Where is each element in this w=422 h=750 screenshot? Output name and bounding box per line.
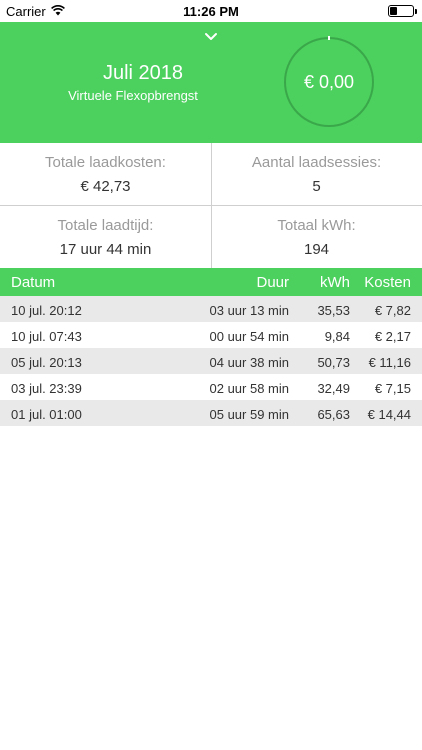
clock: 11:26 PM — [183, 4, 239, 19]
row-date: 03 jul. 23:39 — [11, 381, 82, 396]
status-bar: Carrier 11:26 PM — [0, 0, 422, 22]
stats-grid: Totale laadkosten: € 42,73 Aantal laadse… — [0, 143, 422, 268]
sessions-label: Aantal laadsessies: — [251, 154, 382, 171]
kwh-label: Totaal kWh: — [277, 217, 356, 234]
row-duration: 03 uur 13 min — [209, 303, 290, 318]
table-row[interactable]: 01 jul. 01:00 05 uur 59 min 65,63 € 14,4… — [0, 400, 422, 426]
column-header-date: Datum — [11, 274, 56, 291]
row-date: 01 jul. 01:00 — [11, 407, 82, 422]
row-cost: € 11,16 — [368, 355, 411, 370]
table-row[interactable]: 03 jul. 23:39 02 uur 58 min 32,49 € 7,15 — [0, 374, 422, 400]
period-subtitle: Virtuele Flexopbrengst — [68, 88, 198, 103]
column-header-kwh: kWh — [320, 274, 350, 291]
row-date: 10 jul. 20:12 — [11, 303, 82, 318]
row-kwh: 65,63 — [317, 407, 350, 422]
sessions-value: 5 — [312, 178, 321, 195]
sessions-table: Datum Duur kWh Kosten 10 jul. 20:12 03 u… — [0, 268, 422, 426]
row-cost: € 2,17 — [374, 329, 411, 344]
row-kwh: 9,84 — [324, 329, 350, 344]
sessions-stat: Aantal laadsessies: 5 — [211, 143, 422, 205]
table-row[interactable]: 10 jul. 20:12 03 uur 13 min 35,53 € 7,82 — [0, 296, 422, 322]
kwh-value: 194 — [303, 241, 330, 258]
row-cost: € 7,15 — [374, 381, 411, 396]
summary-header: Juli 2018 Virtuele Flexopbrengst € 0,00 — [0, 22, 422, 143]
chevron-down-icon[interactable] — [204, 32, 218, 42]
stats-divider-vertical — [211, 143, 212, 268]
row-kwh: 32,49 — [317, 381, 350, 396]
row-duration: 00 uur 54 min — [209, 329, 290, 344]
table-header: Datum Duur kWh Kosten — [0, 268, 422, 296]
charge-time-stat: Totale laadtijd: 17 uur 44 min — [0, 206, 211, 268]
row-cost: € 7,82 — [374, 303, 411, 318]
revenue-amount: € 0,00 — [303, 71, 355, 92]
battery-icon — [388, 5, 417, 17]
total-cost-stat: Totale laadkosten: € 42,73 — [0, 143, 211, 205]
row-duration: 05 uur 59 min — [209, 407, 290, 422]
row-duration: 02 uur 58 min — [209, 381, 290, 396]
table-row[interactable]: 05 jul. 20:13 04 uur 38 min 50,73 € 11,1… — [0, 348, 422, 374]
row-date: 10 jul. 07:43 — [11, 329, 82, 344]
row-kwh: 35,53 — [317, 303, 350, 318]
kwh-stat: Totaal kWh: 194 — [211, 206, 422, 268]
charge-time-value: 17 uur 44 min — [59, 241, 152, 258]
row-kwh: 50,73 — [317, 355, 350, 370]
row-cost: € 14,44 — [367, 407, 411, 422]
period-title[interactable]: Juli 2018 — [50, 62, 236, 85]
table-row[interactable]: 10 jul. 07:43 00 uur 54 min 9,84 € 2,17 — [0, 322, 422, 348]
column-header-cost: Kosten — [364, 274, 411, 291]
charge-time-label: Totale laadtijd: — [57, 217, 154, 234]
total-cost-value: € 42,73 — [80, 178, 131, 195]
row-duration: 04 uur 38 min — [209, 355, 290, 370]
column-header-duration: Duur — [256, 274, 289, 291]
total-cost-label: Totale laadkosten: — [45, 154, 166, 171]
row-date: 05 jul. 20:13 — [11, 355, 82, 370]
